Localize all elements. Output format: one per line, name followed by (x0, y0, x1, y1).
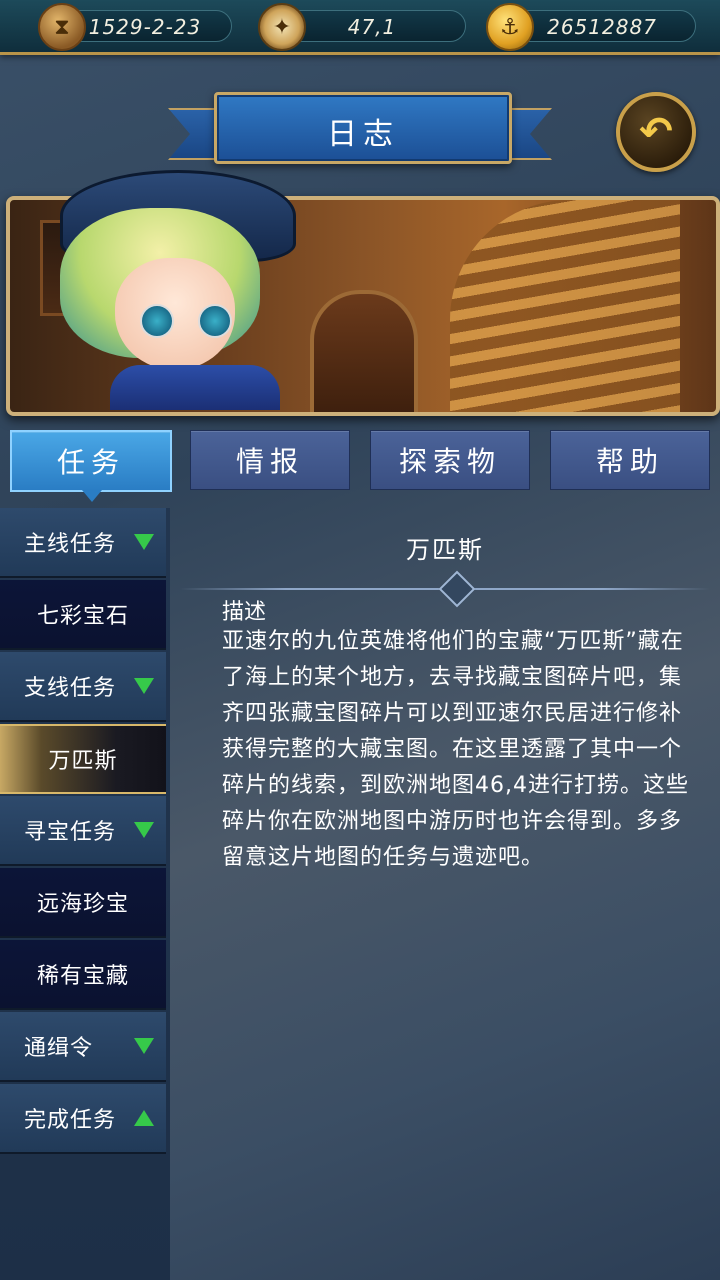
tab-help[interactable]: 帮助 (550, 430, 710, 490)
tab-help-label: 帮助 (595, 445, 664, 478)
category-label: 支线任务 (24, 676, 117, 701)
tab-quests-label: 任务 (56, 446, 125, 479)
category-label: 完成任务 (24, 1108, 117, 1133)
tab-discoveries-label: 探索物 (398, 445, 501, 478)
quest-entry-far-sea-treasure[interactable]: 远海珍宝 (0, 868, 166, 938)
category-label: 通缉令 (24, 1036, 94, 1061)
category-label: 寻宝任务 (24, 820, 117, 845)
expand-arrow-icon (134, 534, 154, 550)
expand-arrow-icon (134, 1038, 154, 1054)
tab-quests[interactable]: 任务 (10, 430, 172, 502)
category-main-quest[interactable]: 主线任务 (0, 508, 166, 578)
quest-entry-seven-color-gem[interactable]: 七彩宝石 (0, 580, 166, 650)
status-bar: 1529-2-23 ⧗ 47,1 ✦ 26512887 ⚓ (0, 0, 720, 55)
divider-ornament-icon (438, 570, 476, 608)
back-button[interactable]: ↶ (616, 92, 696, 172)
character-portrait (20, 170, 296, 410)
page-title: 日志 (327, 117, 399, 152)
quest-entry-vampis[interactable]: 万匹斯 (0, 724, 166, 794)
tab-discoveries[interactable]: 探索物 (370, 430, 530, 490)
category-wanted[interactable]: 通缉令 (0, 1012, 166, 1082)
quest-detail-title: 万匹斯 (406, 536, 484, 564)
character-coat (110, 365, 280, 410)
tab-intel-label: 情报 (235, 445, 304, 478)
expand-arrow-icon (134, 678, 154, 694)
quest-entry-label: 远海珍宝 (36, 892, 129, 917)
quest-entry-rare-treasure[interactable]: 稀有宝藏 (0, 940, 166, 1010)
description-label: 描述 (222, 600, 267, 625)
coordinate-display: 47,1 (278, 10, 466, 42)
compass-icon: ✦ (258, 3, 306, 51)
anchor-coin-icon: ⚓ (486, 3, 534, 51)
quest-entry-label: 稀有宝藏 (36, 964, 129, 989)
category-side-quest[interactable]: 支线任务 (0, 652, 166, 722)
category-treasure-quest[interactable]: 寻宝任务 (0, 796, 166, 866)
gold-value: 26512887 (547, 15, 657, 39)
expand-arrow-icon (134, 822, 154, 838)
quest-entry-label: 七彩宝石 (36, 604, 129, 629)
title-ribbon: 日志 (214, 92, 512, 164)
hourglass-icon: ⧗ (38, 3, 86, 51)
collapse-arrow-icon (134, 1110, 154, 1126)
tab-intel[interactable]: 情报 (190, 430, 350, 490)
quest-description: 亚速尔的九位英雄将他们的宝藏“万匹斯”藏在了海上的某个地方，去寻找藏宝图碎片吧，… (222, 629, 689, 870)
gold-display: 26512887 (508, 10, 696, 42)
category-label: 主线任务 (24, 532, 117, 557)
scene-door-arch (310, 290, 418, 412)
quest-entry-label: 万匹斯 (48, 749, 118, 774)
scene-spiral-stairs (450, 200, 680, 412)
category-completed[interactable]: 完成任务 (0, 1084, 166, 1154)
character-eye-right (198, 304, 232, 338)
character-eye-left (140, 304, 174, 338)
back-arrow-icon: ↶ (639, 109, 673, 155)
coordinate-value: 47,1 (347, 15, 397, 39)
